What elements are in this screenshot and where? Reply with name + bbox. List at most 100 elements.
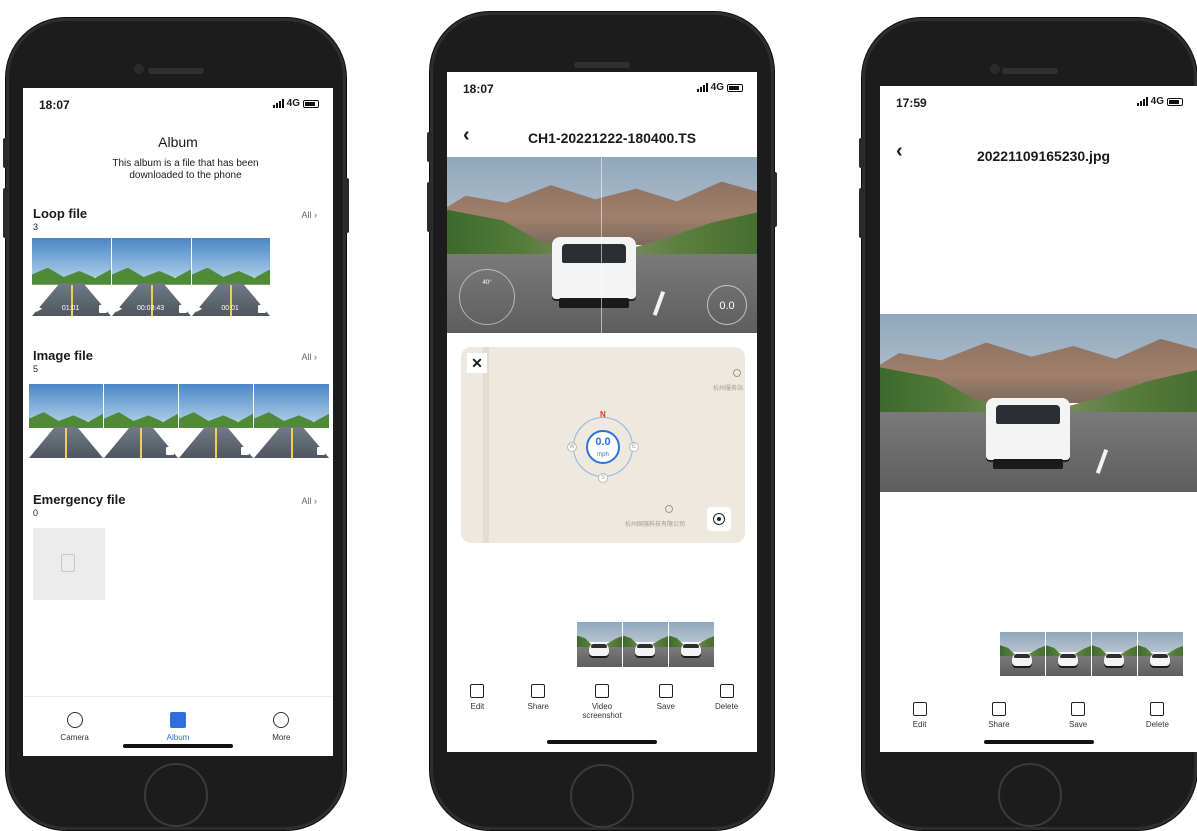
locate-button[interactable] xyxy=(707,507,731,531)
edit-icon xyxy=(912,702,927,716)
angle-gauge: 40° xyxy=(459,269,515,325)
compass-speed: 0.0 xyxy=(595,436,611,448)
south-label: S xyxy=(598,473,608,483)
status-signal: 4G xyxy=(1136,96,1183,107)
delete-button[interactable]: Delete xyxy=(1131,702,1183,729)
image-thumb[interactable] xyxy=(104,384,178,458)
status-signal: 4G xyxy=(272,98,319,109)
image-thumbnails xyxy=(29,384,329,458)
tab-camera[interactable]: Camera xyxy=(45,711,105,742)
map-road xyxy=(483,347,489,543)
car xyxy=(986,398,1070,469)
save-icon xyxy=(658,684,673,698)
west-label: W xyxy=(567,442,577,452)
map-label: 杭州服务站 xyxy=(712,386,743,392)
car xyxy=(552,237,636,308)
edit-icon xyxy=(470,684,485,698)
share-button[interactable]: Share xyxy=(512,684,564,711)
full-image[interactable] xyxy=(880,314,1197,492)
home-button[interactable] xyxy=(144,763,208,827)
action-toolbar: Edit Share Save Delete xyxy=(880,702,1197,729)
status-bar: 18:07 4G xyxy=(23,88,333,114)
share-button[interactable]: Share xyxy=(973,702,1025,729)
save-button[interactable]: Save xyxy=(640,684,692,711)
close-button[interactable]: ✕ xyxy=(467,353,487,373)
center-line xyxy=(601,157,602,333)
network-type: 4G xyxy=(286,98,300,109)
section-count-loop: 3 xyxy=(33,222,39,232)
phone-video-player: 18:07 4G ‹ CH1-20221222-180400.TS 0.0 40… xyxy=(427,12,777,830)
chevron-right-icon: › xyxy=(314,496,317,506)
signal-icon xyxy=(1136,97,1148,106)
speaker xyxy=(148,68,204,74)
front-camera xyxy=(134,64,144,74)
image-thumb[interactable] xyxy=(254,384,329,458)
lock-icon xyxy=(99,304,107,313)
delete-button[interactable]: Delete xyxy=(701,684,753,711)
speaker xyxy=(574,62,630,68)
signal-icon xyxy=(696,83,708,92)
action-toolbar: Edit Share Video screenshot Save Delete xyxy=(447,684,757,720)
all-button-loop[interactable]: All › xyxy=(301,210,317,220)
home-button[interactable] xyxy=(570,764,634,828)
frame-strip[interactable] xyxy=(577,622,714,667)
lock-icon xyxy=(179,304,187,313)
album-screen: 18:07 4G Album This album is a file that… xyxy=(23,88,333,756)
album-icon xyxy=(169,711,186,728)
video-screenshot-button[interactable]: Video screenshot xyxy=(573,684,631,720)
home-indicator xyxy=(547,740,657,744)
play-icon: ▶ xyxy=(36,304,43,313)
delete-icon xyxy=(1150,702,1165,716)
save-icon xyxy=(1071,702,1086,716)
more-icon xyxy=(273,711,290,728)
image-type-icon xyxy=(166,447,174,455)
image-strip[interactable] xyxy=(1000,632,1183,676)
lock-icon xyxy=(258,304,266,313)
signal-icon xyxy=(272,99,284,108)
page-title: Album xyxy=(158,134,198,150)
edit-button[interactable]: Edit xyxy=(894,702,946,729)
video-screen: 18:07 4G ‹ CH1-20221222-180400.TS 0.0 40… xyxy=(447,72,757,752)
battery-icon xyxy=(727,83,743,92)
home-indicator xyxy=(983,740,1094,744)
status-bar: 17:59 4G xyxy=(880,86,1197,112)
loop-thumb[interactable]: ▶ 00:03:43 xyxy=(112,238,191,316)
tab-more[interactable]: More xyxy=(251,711,311,742)
delete-icon xyxy=(719,684,734,698)
status-time: 18:07 xyxy=(463,82,494,96)
loop-thumbnails: ▶ 01:01 ▶ 00:03:43 ▶ 00:01 xyxy=(32,238,270,316)
map-poi-icon xyxy=(733,369,741,377)
all-button-image[interactable]: All › xyxy=(301,352,317,362)
chevron-right-icon: › xyxy=(314,352,317,362)
chevron-right-icon: › xyxy=(314,210,317,220)
front-camera xyxy=(990,64,1000,74)
home-button[interactable] xyxy=(997,763,1062,827)
section-count-image: 5 xyxy=(33,364,39,374)
map-view[interactable]: ✕ N 0.0 mph W E S 杭州服务站 杭州国强科技有限公司 xyxy=(461,347,745,543)
share-icon xyxy=(531,684,546,698)
section-count-emergency: 0 xyxy=(33,508,39,518)
loop-thumb[interactable]: ▶ 00:01 xyxy=(192,238,270,316)
section-title-emergency: Emergency file xyxy=(33,492,126,507)
image-thumb[interactable] xyxy=(29,384,103,458)
network-type: 4G xyxy=(710,82,724,93)
save-button[interactable]: Save xyxy=(1052,702,1104,729)
empty-placeholder xyxy=(33,528,105,600)
edit-button[interactable]: Edit xyxy=(451,684,503,711)
loop-thumb[interactable]: ▶ 01:01 xyxy=(32,238,111,316)
battery-icon xyxy=(303,99,319,108)
camera-icon xyxy=(66,711,83,728)
image-thumb[interactable] xyxy=(179,384,253,458)
status-signal: 4G xyxy=(696,82,743,93)
all-button-emergency[interactable]: All › xyxy=(301,496,317,506)
play-icon: ▶ xyxy=(116,304,123,313)
map-label: 杭州国强科技有限公司 xyxy=(625,522,686,528)
tab-album[interactable]: Album xyxy=(148,711,208,742)
video-frame[interactable]: 0.0 40° xyxy=(447,157,757,333)
compass: N 0.0 mph W E S xyxy=(567,410,639,483)
play-icon: ▶ xyxy=(196,304,203,313)
compass-unit: mph xyxy=(597,452,609,458)
status-time: 17:59 xyxy=(896,96,927,110)
speaker xyxy=(1001,68,1058,74)
phone-image-viewer: 17:59 4G ‹ 20221109165230.jpg Edit Share… xyxy=(859,18,1197,830)
